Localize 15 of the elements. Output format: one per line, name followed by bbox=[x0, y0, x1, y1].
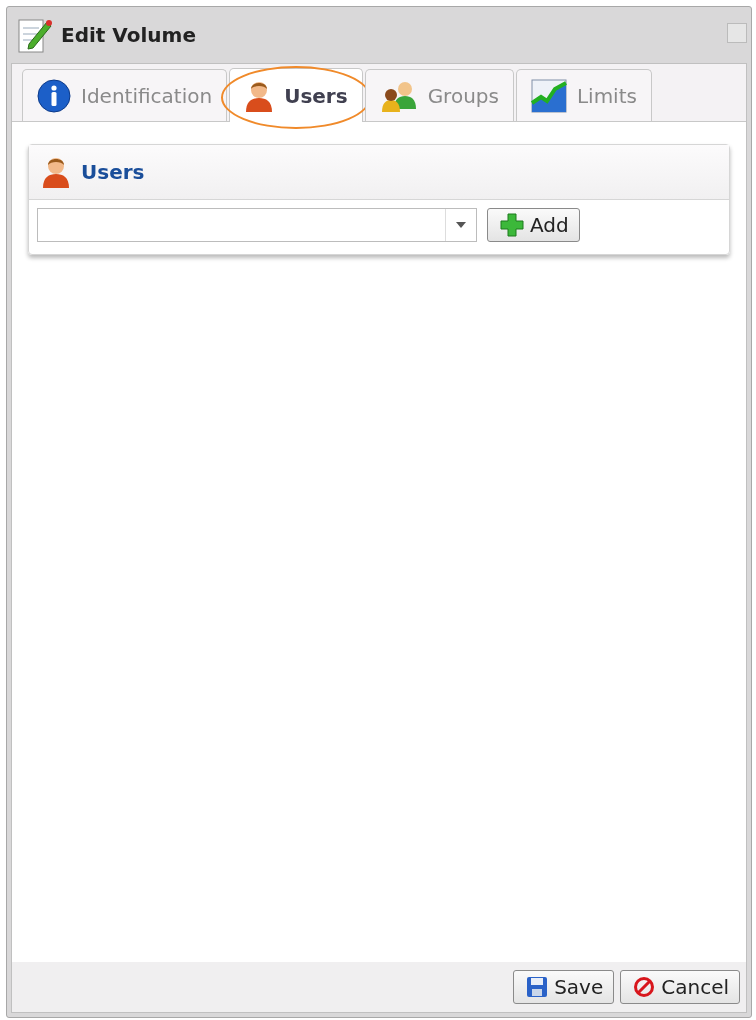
user-icon bbox=[41, 155, 71, 189]
cancel-icon bbox=[633, 976, 656, 998]
add-button[interactable]: Add bbox=[487, 208, 580, 242]
dropdown-arrow-icon bbox=[456, 222, 466, 228]
close-button[interactable] bbox=[727, 23, 747, 43]
save-button[interactable]: Save bbox=[513, 970, 615, 1004]
plus-icon bbox=[500, 213, 524, 237]
notepad-pencil-icon bbox=[17, 16, 53, 54]
tab[interactable]: Users bbox=[229, 68, 363, 122]
window-title: Edit Volume bbox=[61, 23, 196, 47]
user-combo-box[interactable] bbox=[37, 208, 477, 242]
cancel-button[interactable]: Cancel bbox=[620, 970, 740, 1004]
info-icon bbox=[37, 78, 71, 113]
chart-icon bbox=[530, 78, 567, 113]
panel-title: Users bbox=[81, 160, 145, 184]
